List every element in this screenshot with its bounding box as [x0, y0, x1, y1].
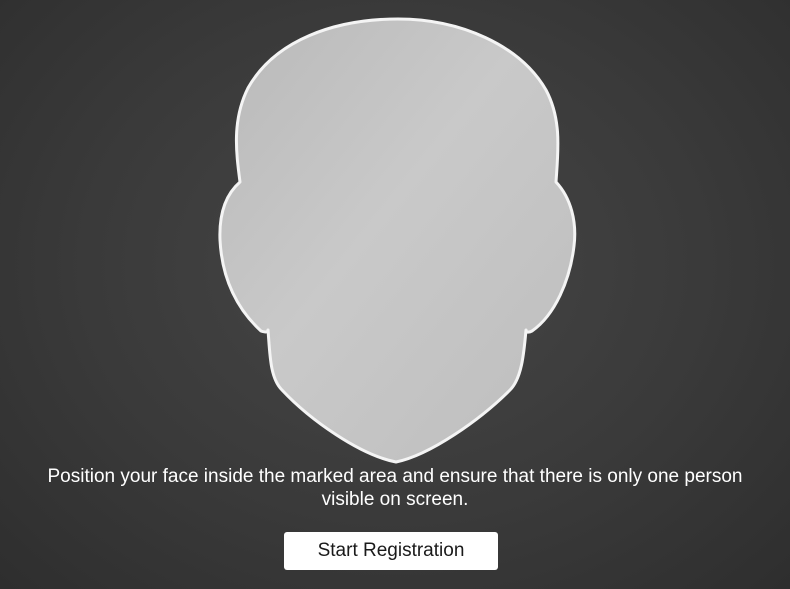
instruction-text: Position your face inside the marked are…: [47, 466, 743, 510]
face-silhouette: [218, 17, 577, 464]
start-registration-button[interactable]: Start Registration: [284, 532, 498, 570]
face-outline-guide: [218, 17, 577, 464]
